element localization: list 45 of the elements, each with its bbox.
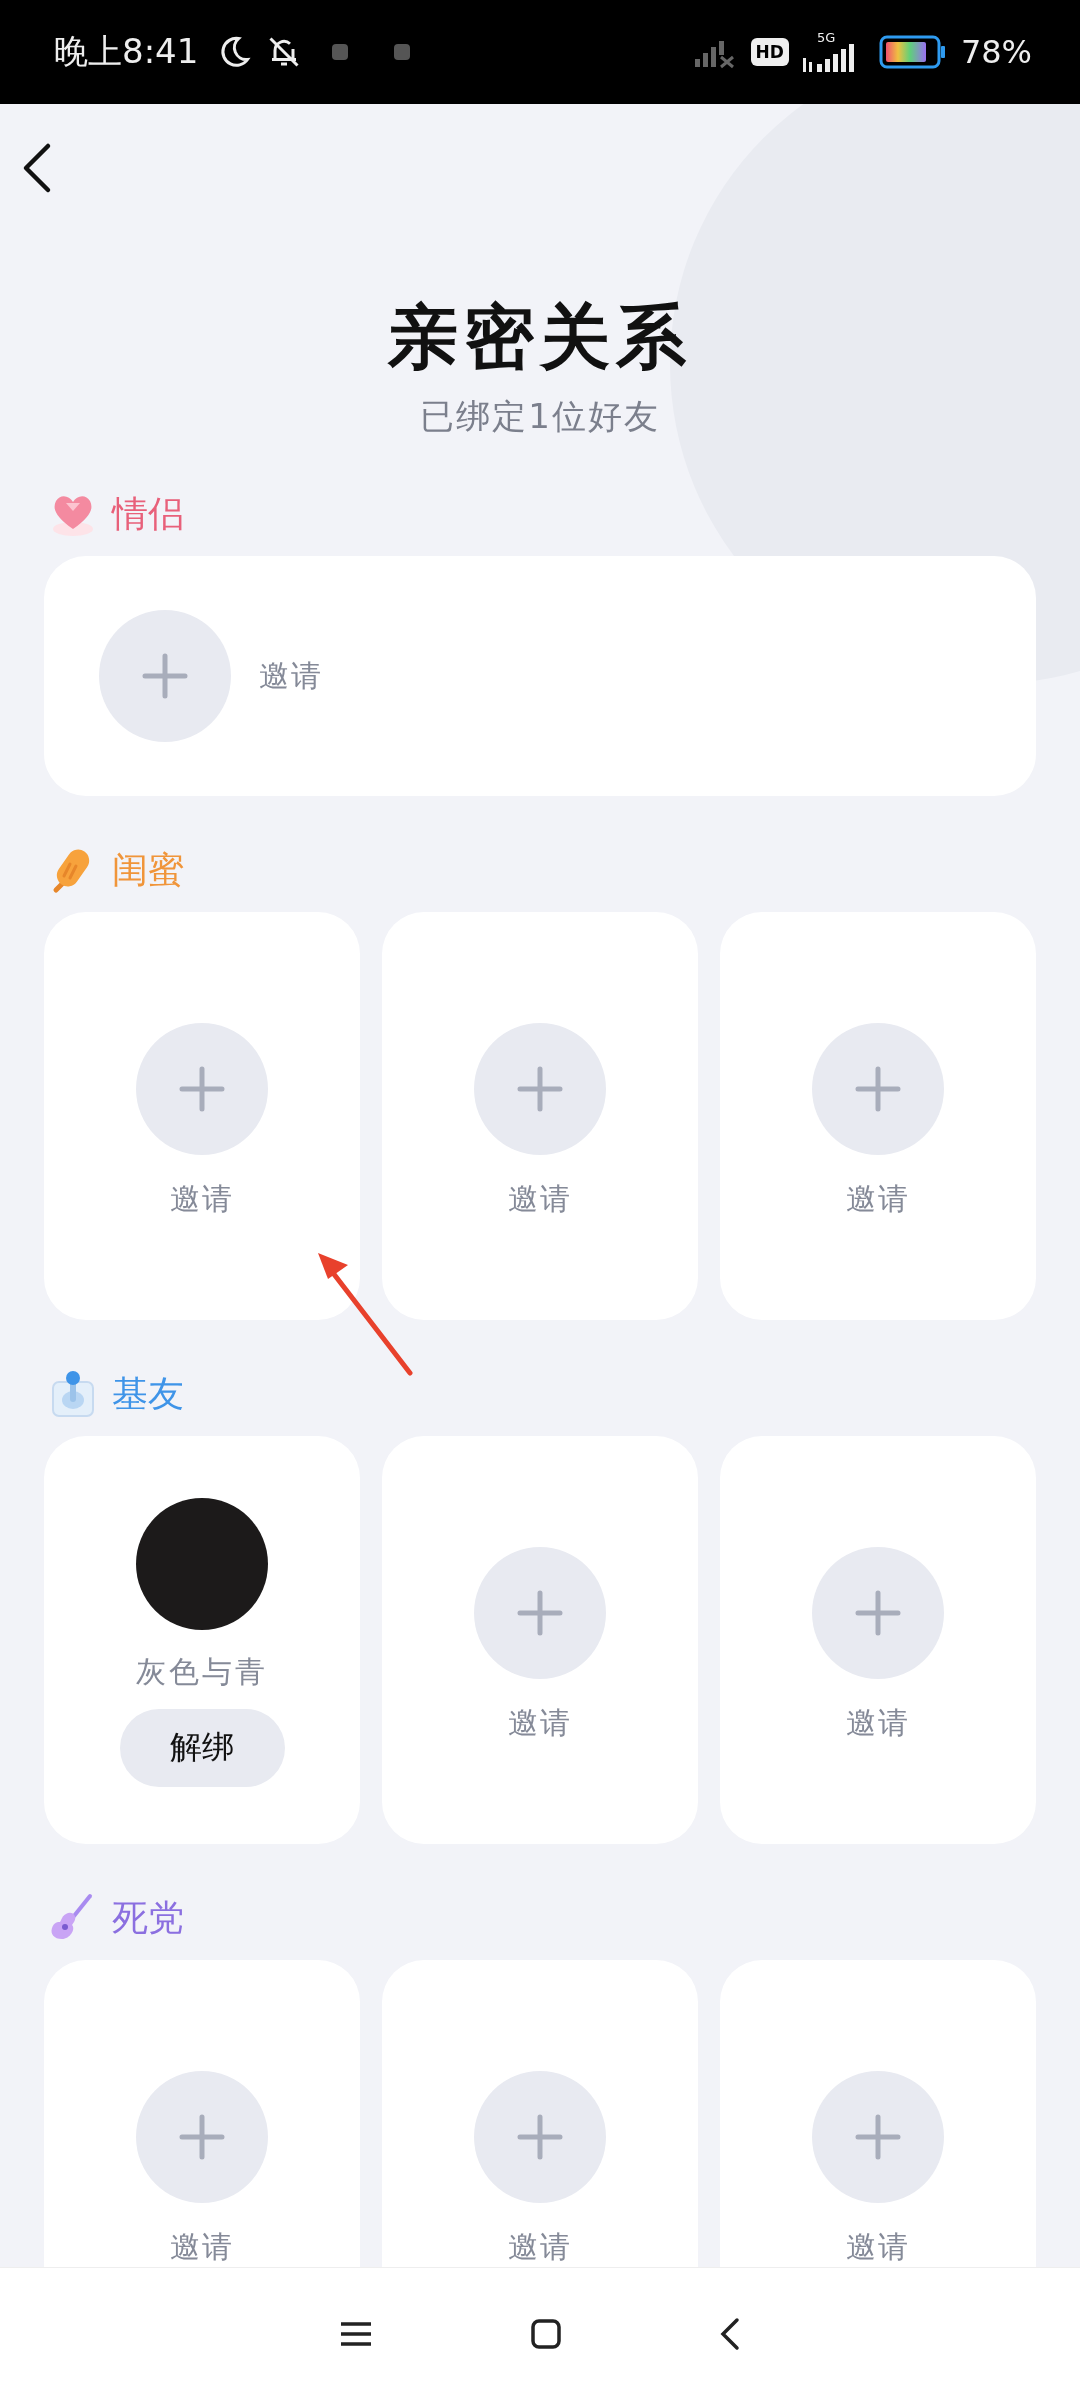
page-title: 亲密关系	[386, 294, 693, 380]
plus-icon	[516, 2113, 564, 2161]
plus-icon	[178, 2113, 226, 2161]
plus-icon	[854, 1065, 902, 1113]
invite-card[interactable]: 邀请	[44, 1960, 360, 2267]
invite-label: 邀请	[508, 2228, 572, 2266]
invite-label: 邀请	[170, 1180, 234, 1218]
section-title: 闺蜜	[112, 847, 184, 892]
plus-icon	[854, 2113, 902, 2161]
invite-label: 邀请	[846, 1180, 910, 1218]
unbind-button[interactable]: 解绑	[119, 1709, 285, 1787]
plus-icon	[516, 1589, 564, 1637]
plus-icon	[516, 1065, 564, 1113]
page-subtitle: 已绑定1位好友	[419, 395, 661, 438]
invite-card[interactable]: 邀请	[44, 912, 360, 1320]
app-icon	[394, 44, 411, 60]
battery-icon	[878, 35, 947, 69]
invite-label: 邀请	[846, 1704, 910, 1742]
section-title: 情侣	[112, 491, 184, 536]
friend-name: 灰色与青	[136, 1653, 268, 1691]
invite-card[interactable]: 邀请	[720, 912, 1036, 1320]
invite-label: 邀请	[846, 2228, 910, 2266]
invite-label: 邀请	[508, 1180, 572, 1218]
app-icon	[332, 44, 349, 60]
invite-card[interactable]: 邀请	[44, 556, 1036, 796]
invite-card[interactable]: 邀请	[382, 912, 698, 1320]
menu-icon[interactable]	[338, 2321, 373, 2347]
home-icon[interactable]	[530, 2318, 562, 2350]
status-time: 晚上8:41	[54, 30, 199, 73]
invite-label: 邀请	[170, 2228, 234, 2266]
hd-badge: HD	[750, 38, 789, 66]
invite-card[interactable]: 邀请	[720, 1436, 1036, 1844]
section-title: 基友	[112, 1371, 184, 1416]
invite-card[interactable]: 邀请	[720, 1960, 1036, 2267]
invite-label: 邀请	[259, 656, 323, 695]
back-icon[interactable]	[719, 2317, 742, 2351]
plus-icon	[141, 652, 189, 700]
battery-percent: 78%	[960, 33, 1032, 71]
invite-card[interactable]: 邀请	[382, 1436, 698, 1844]
network-type: 5G	[816, 30, 836, 44]
invite-label: 邀请	[508, 1704, 572, 1742]
plus-icon	[178, 1065, 226, 1113]
invite-card[interactable]: 邀请	[382, 1960, 698, 2267]
section-title: 死党	[112, 1895, 184, 1940]
plus-icon	[854, 1589, 902, 1637]
